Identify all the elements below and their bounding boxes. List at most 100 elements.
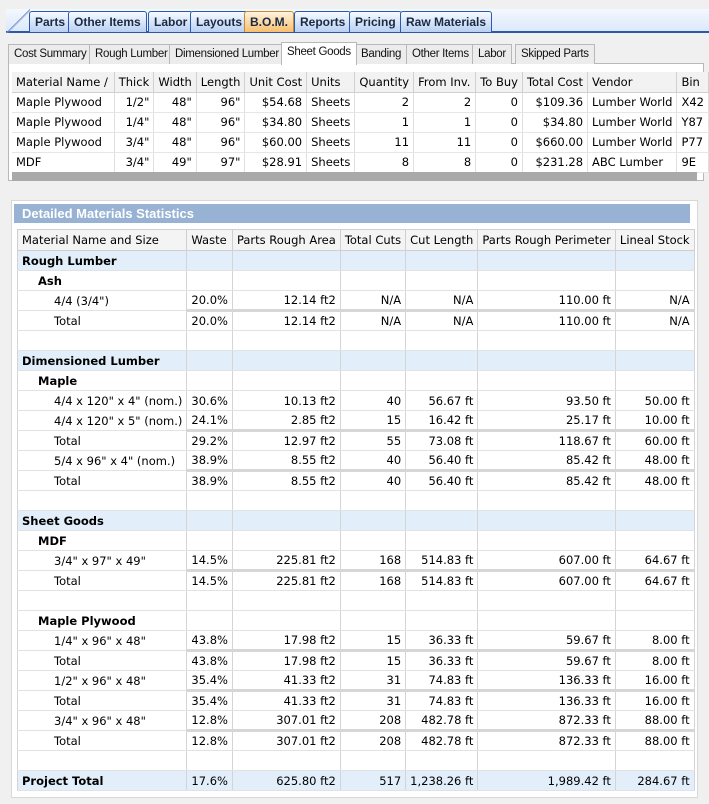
grid-cell-unit-cost[interactable]: $54.68 [244,92,308,113]
grid-cell-vendor[interactable]: Lumber World [587,132,678,153]
panel-scroll-track[interactable] [699,200,709,800]
stats-cell-value: N/A [340,309,407,331]
subtab-labor[interactable]: Labor [472,44,512,64]
grid-cell-vendor[interactable]: ABC Lumber [587,152,678,173]
grid-row[interactable]: Maple Plywood 3/4" 48" 96" $60.00 Sheets 11 11 0… [12,132,709,153]
col-from-inv[interactable]: From Inv. [413,72,477,93]
grid-cell-thick[interactable]: 1/4" [114,112,155,133]
col-vendor[interactable]: Vendor [587,72,678,93]
stats-cell-value: 12.97 ft2 [232,429,341,451]
grid-row[interactable]: Maple Plywood 1/2" 48" 96" $54.68 Sheets 2 2 0 $1… [12,92,709,113]
grid-cell-from-inv[interactable]: 2 [413,92,477,113]
tab-bom[interactable]: B.O.M. [244,11,294,32]
grid-cell-bin[interactable]: Y87 [676,112,709,133]
grid-cell-material-name[interactable]: Maple Plywood [12,112,115,133]
tab-raw-materials[interactable]: Raw Materials [400,11,493,32]
grid-cell-quantity[interactable]: 2 [354,92,415,113]
stats-cell-value [232,530,341,551]
stats-cell-label: Dimensioned Lumber [16,350,188,371]
grid-cell-thick[interactable]: 3/4" [114,152,155,173]
col-unit-cost[interactable]: Unit Cost [244,72,308,93]
tab-labor[interactable]: Labor [148,11,194,32]
grid-cell-total-cost[interactable]: $660.00 [522,132,589,153]
grid-cell-unit-cost[interactable]: $28.91 [244,152,308,173]
col-material-name[interactable]: Material Name / [12,72,115,93]
stats-cell-value: 872.33 ft [477,729,616,751]
grid-cell-width[interactable]: 48" [153,112,197,133]
grid-cell-total-cost[interactable]: $34.80 [522,112,589,133]
stats-row-item: 1/2" x 96" x 48" 35.4% 41.33 ft2 31 74.83 ft… [16,670,695,691]
grid-cell-total-cost[interactable]: $231.28 [522,152,589,173]
grid-cell-from-inv[interactable]: 8 [413,152,477,173]
col-to-buy[interactable]: To Buy [475,72,523,93]
stats-row-sub: Maple [16,370,695,391]
subtab-banding[interactable]: Banding [355,44,408,64]
grid-horizontal-scrollbar[interactable] [12,172,697,181]
stats-cell-value [186,350,233,371]
grid-cell-unit-cost[interactable]: $34.80 [244,112,308,133]
grid-cell-material-name[interactable]: MDF [12,152,115,173]
grid-cell-length[interactable]: 96" [196,112,246,133]
col-width[interactable]: Width [153,72,197,93]
stats-cell-value: N/A [615,309,695,331]
subtab-dimensioned-lumber[interactable]: Dimensioned Lumber [169,44,285,64]
grid-cell-to-buy[interactable]: 0 [475,132,523,153]
subtab-skipped-parts[interactable]: Skipped Parts [515,44,595,64]
stats-cell-value: 74.83 ft [405,670,479,691]
grid-cell-bin[interactable]: P77 [676,132,709,153]
stats-cell-value [186,510,233,531]
grid-cell-bin[interactable]: 9E [676,152,709,173]
grid-cell-width[interactable]: 48" [153,132,197,153]
col-length[interactable]: Length [196,72,246,93]
stats-cell-value: 88.00 ft [615,710,695,731]
stats-cell-value: 56.67 ft [405,390,479,411]
grid-cell-units[interactable]: Sheets [306,92,356,113]
subtab-rough-lumber[interactable]: Rough Lumber [89,44,174,64]
col-thick[interactable]: Thick [114,72,155,93]
grid-cell-to-buy[interactable]: 0 [475,92,523,113]
grid-cell-to-buy[interactable]: 0 [475,152,523,173]
grid-cell-to-buy[interactable]: 0 [475,112,523,133]
grid-cell-units[interactable]: Sheets [306,112,356,133]
grid-row[interactable]: Maple Plywood 1/4" 48" 96" $34.80 Sheets 1 1 0 $3… [12,112,709,133]
grid-cell-units[interactable]: Sheets [306,152,356,173]
grid-cell-material-name[interactable]: Maple Plywood [12,132,115,153]
subtab-sheet-goods[interactable]: Sheet Goods [281,42,357,65]
col-quantity[interactable]: Quantity [354,72,415,93]
grid-cell-vendor[interactable]: Lumber World [587,92,678,113]
grid-cell-from-inv[interactable]: 11 [413,132,477,153]
stats-cell-value [232,750,341,771]
stats-cell-value [405,590,479,611]
subtab-cost-summary[interactable]: Cost Summary [8,44,93,64]
tab-pricing[interactable]: Pricing [349,11,402,32]
grid-cell-material-name[interactable]: Maple Plywood [12,92,115,113]
stats-cell-label: Total [16,730,188,751]
grid-cell-width[interactable]: 49" [153,152,197,173]
grid-cell-total-cost[interactable]: $109.36 [522,92,589,113]
grid-cell-length[interactable]: 96" [196,132,246,153]
grid-cell-quantity[interactable]: 1 [354,112,415,133]
grid-cell-from-inv[interactable]: 1 [413,112,477,133]
grid-cell-length[interactable]: 96" [196,92,246,113]
grid-cell-units[interactable]: Sheets [306,132,356,153]
grid-cell-unit-cost[interactable]: $60.00 [244,132,308,153]
tab-parts[interactable]: Parts [29,11,72,32]
grid-cell-bin[interactable]: X42 [676,92,709,113]
col-bin[interactable]: Bin [676,72,709,93]
tab-reports[interactable]: Reports [294,11,352,32]
stats-cell-value: 8.55 ft2 [232,469,341,491]
grid-cell-width[interactable]: 48" [153,92,197,113]
subtab-other-items[interactable]: Other Items [406,44,475,64]
tab-layouts[interactable]: Layouts [190,11,249,32]
grid-cell-vendor[interactable]: Lumber World [587,112,678,133]
tab-other-items[interactable]: Other Items [68,11,147,32]
col-units[interactable]: Units [306,72,356,93]
grid-cell-length[interactable]: 97" [196,152,246,173]
col-total-cost[interactable]: Total Cost [522,72,589,93]
grid-cell-thick[interactable]: 1/2" [114,92,155,113]
grid-cell-quantity[interactable]: 11 [354,132,415,153]
grid-cell-thick[interactable]: 3/4" [114,132,155,153]
grid-cell-quantity[interactable]: 8 [354,152,415,173]
grid-row[interactable]: MDF 3/4" 49" 97" $28.91 Sheets 8 8 0 $231.28 ABC L… [12,152,709,173]
stats-cell-value [615,510,695,531]
